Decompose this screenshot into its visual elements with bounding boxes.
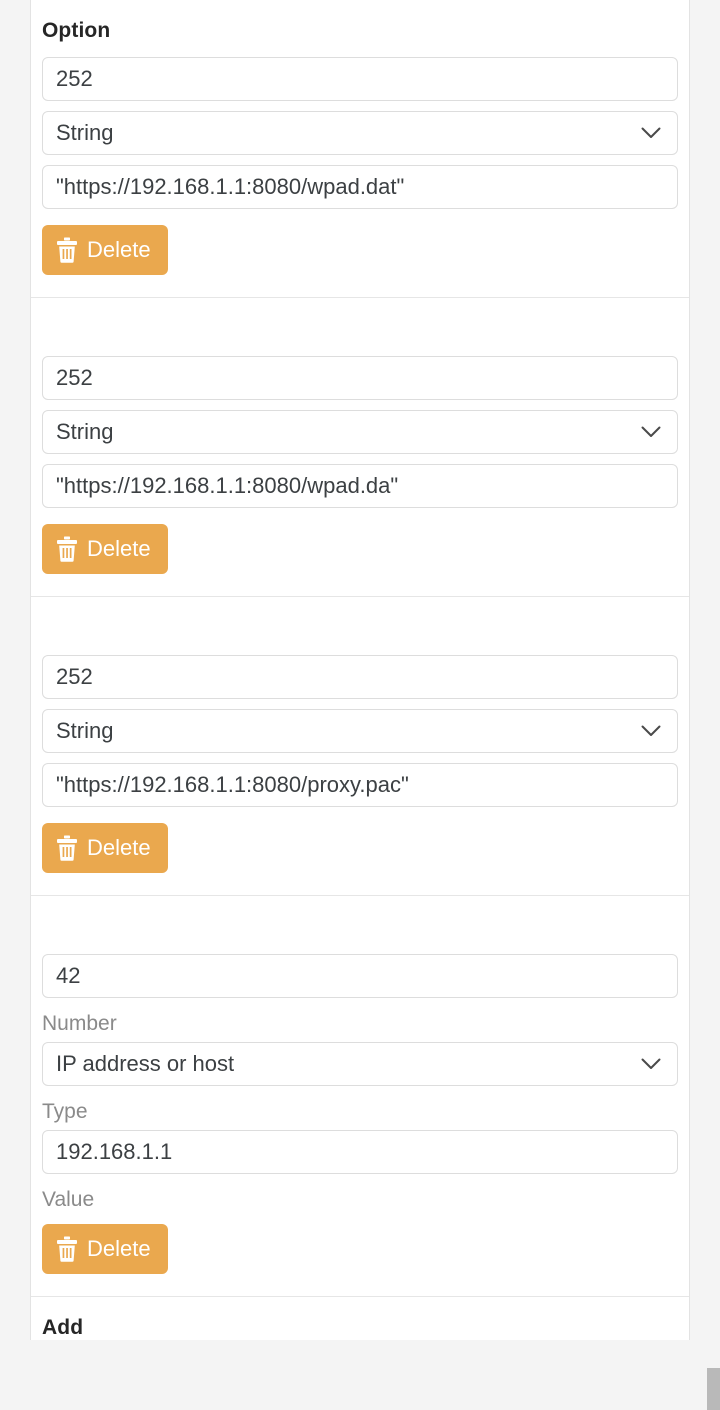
delete-button-label: Delete [87, 1236, 151, 1261]
delete-option-button[interactable]: Delete [42, 823, 168, 873]
type-field-label: Type [42, 1100, 88, 1123]
option-number-input[interactable]: 252 [42, 356, 678, 400]
option-entry-card: Option 252 String "https://192.168.1.1:8… [31, 0, 689, 297]
vertical-scrollbar-track[interactable] [707, 0, 720, 1410]
trash-icon [56, 237, 78, 263]
option-value-input[interactable]: "https://192.168.1.1:8080/wpad.da" [42, 464, 678, 508]
delete-option-button[interactable]: Delete [42, 524, 168, 574]
dhcp-option-editor-page: Option 252 String "https://192.168.1.1:8… [0, 0, 720, 1410]
options-panel: Option 252 String "https://192.168.1.1:8… [30, 0, 690, 1340]
option-type-select[interactable]: String [42, 410, 678, 454]
add-option-card: Add [31, 1296, 689, 1340]
vertical-scrollbar-thumb[interactable] [707, 1368, 720, 1410]
option-number-input[interactable]: 42 [42, 954, 678, 998]
delete-button-label: Delete [87, 237, 151, 262]
page-title: Option [42, 19, 111, 42]
option-type-select-wrapper[interactable]: String [42, 410, 678, 454]
option-entry-card: 252 String "https://192.168.1.1:8080/wpa… [31, 297, 689, 596]
delete-option-button[interactable]: Delete [42, 1224, 168, 1274]
card-heading-spacer [42, 597, 678, 655]
delete-button-label: Delete [87, 835, 151, 860]
option-type-select[interactable]: String [42, 111, 678, 155]
trash-icon [56, 1236, 78, 1262]
delete-option-button[interactable]: Delete [42, 225, 168, 275]
option-value-input[interactable]: 192.168.1.1 [42, 1130, 678, 1174]
option-entry-card: 42 Number IP address or host Type 192.16… [31, 895, 689, 1296]
option-type-select[interactable]: String [42, 709, 678, 753]
card-heading-spacer [42, 298, 678, 356]
delete-button-label: Delete [87, 536, 151, 561]
trash-icon [56, 835, 78, 861]
number-field-label: Number [42, 1012, 117, 1035]
option-value-input[interactable]: "https://192.168.1.1:8080/proxy.pac" [42, 763, 678, 807]
option-value-input[interactable]: "https://192.168.1.1:8080/wpad.dat" [42, 165, 678, 209]
option-type-select-wrapper[interactable]: String [42, 709, 678, 753]
option-entry-card: 252 String "https://192.168.1.1:8080/pro… [31, 596, 689, 895]
option-number-input[interactable]: 252 [42, 655, 678, 699]
option-number-input[interactable]: 252 [42, 57, 678, 101]
trash-icon [56, 536, 78, 562]
add-section-title: Add [42, 1316, 84, 1339]
option-type-select-wrapper[interactable]: IP address or host [42, 1042, 678, 1086]
option-type-select-wrapper[interactable]: String [42, 111, 678, 155]
card-heading-spacer [42, 896, 678, 954]
value-field-label: Value [42, 1188, 95, 1211]
option-type-select[interactable]: IP address or host [42, 1042, 678, 1086]
